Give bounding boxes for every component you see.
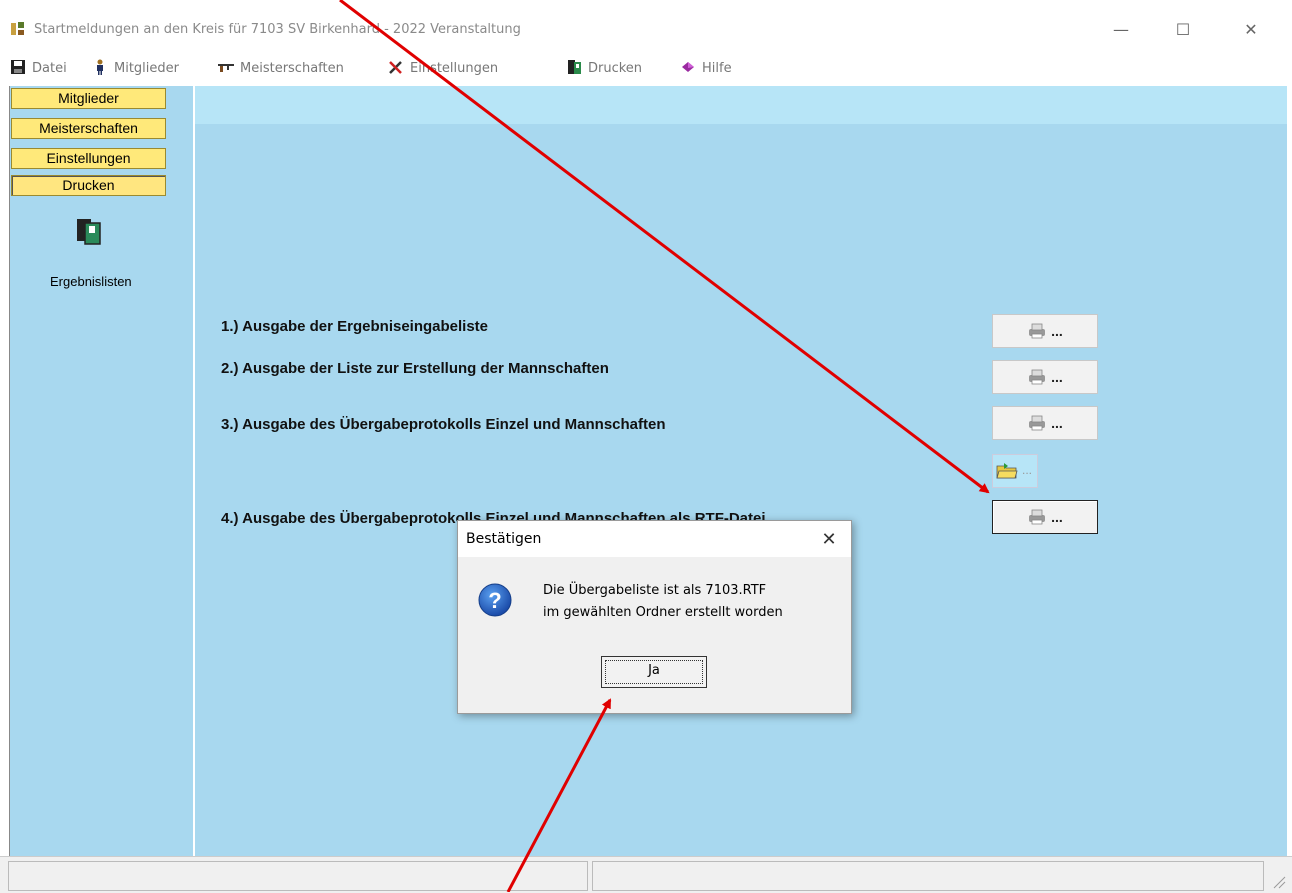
menu-hilfe-label: Hilfe [702, 61, 732, 76]
folder-open-icon [996, 463, 1018, 479]
printer-icon [1029, 509, 1046, 525]
printer-icon [1029, 415, 1046, 431]
help-book-icon [682, 62, 694, 72]
dialog-title-bar: Bestätigen ✕ [458, 521, 851, 557]
menu-datei-label: Datei [32, 61, 67, 76]
sidebar-tab-drucken[interactable]: Drucken [11, 175, 166, 196]
folder-button-label: ... [1022, 463, 1033, 477]
question-icon: ? [478, 583, 512, 617]
menu-meisterschaften[interactable]: Meisterschaften [218, 59, 344, 76]
window-title: Startmeldungen an den Kreis für 7103 SV … [34, 22, 521, 37]
document-pages-icon[interactable] [76, 218, 102, 246]
confirm-dialog: Bestätigen ✕ ? Die Übergabeliste ist als… [457, 520, 852, 714]
print-preview-icon [568, 60, 581, 74]
sidebar-tab-einstellungen[interactable]: Einstellungen [11, 148, 166, 169]
minimize-button[interactable]: — [1098, 14, 1144, 46]
sidebar: Mitglieder Meisterschaften Einstellungen… [9, 86, 194, 856]
status-bar [0, 856, 1292, 893]
close-button[interactable]: ✕ [1228, 14, 1274, 46]
menu-mitglieder[interactable]: Mitglieder [92, 59, 179, 76]
dialog-message-line-2: im gewählten Ordner erstellt worden [543, 605, 783, 620]
print-button-3-label: ... [1051, 415, 1063, 431]
person-icon [97, 59, 103, 75]
menu-einstellungen[interactable]: Einstellungen [388, 59, 498, 76]
print-button-1[interactable]: ... [992, 314, 1098, 348]
dialog-title: Bestätigen [466, 531, 542, 547]
dialog-close-button[interactable]: ✕ [814, 527, 844, 551]
menu-hilfe[interactable]: Hilfe [680, 59, 732, 76]
row-2-label: 2.) Ausgabe der Liste zur Erstellung der… [221, 360, 609, 377]
main-header-strip [195, 86, 1287, 124]
focus-rect [605, 660, 703, 684]
menu-meisterschaften-label: Meisterschaften [240, 61, 344, 76]
menu-drucken[interactable]: Drucken [566, 59, 642, 76]
print-button-3[interactable]: ... [992, 406, 1098, 440]
menu-einstellungen-label: Einstellungen [410, 61, 499, 76]
menu-bar: Datei Mitglieder Meisterschaften Einstel… [0, 56, 1292, 80]
printer-icon [1029, 369, 1046, 385]
resize-grip-icon[interactable] [1270, 873, 1286, 889]
menu-datei[interactable]: Datei [10, 59, 67, 76]
print-button-1-label: ... [1051, 323, 1063, 339]
print-button-4-label: ... [1051, 509, 1063, 525]
title-bar: Startmeldungen an den Kreis für 7103 SV … [0, 0, 1292, 60]
print-button-4[interactable]: ... [992, 500, 1098, 534]
dialog-ja-button[interactable]: Ja [601, 656, 707, 688]
tools-icon [389, 61, 402, 74]
sidebar-item-ergebnislisten[interactable]: Ergebnislisten [50, 274, 132, 289]
app-icon [11, 22, 24, 35]
printer-icon [1029, 323, 1046, 339]
row-1-label: 1.) Ausgabe der Ergebniseingabeliste [221, 318, 489, 335]
status-pane-right [592, 861, 1264, 891]
sidebar-tab-mitglieder[interactable]: Mitglieder [11, 88, 166, 109]
dialog-message-line-1: Die Übergabeliste ist als 7103.RTF [543, 583, 767, 598]
save-disk-icon [11, 60, 25, 74]
menu-mitglieder-label: Mitglieder [114, 61, 179, 76]
menu-drucken-label: Drucken [588, 61, 643, 76]
svg-text:?: ? [488, 588, 501, 613]
sidebar-tab-meisterschaften[interactable]: Meisterschaften [11, 118, 166, 139]
main-panel: 1.) Ausgabe der Ergebniseingabeliste ...… [195, 86, 1287, 856]
print-button-2-label: ... [1051, 369, 1063, 385]
folder-select-button[interactable]: ... [992, 454, 1038, 488]
maximize-button[interactable]: ☐ [1160, 14, 1206, 46]
rifle-icon [218, 64, 234, 72]
status-pane-left [8, 861, 588, 891]
print-button-2[interactable]: ... [992, 360, 1098, 394]
row-3-label: 3.) Ausgabe des Übergabeprotokolls Einze… [221, 416, 666, 433]
